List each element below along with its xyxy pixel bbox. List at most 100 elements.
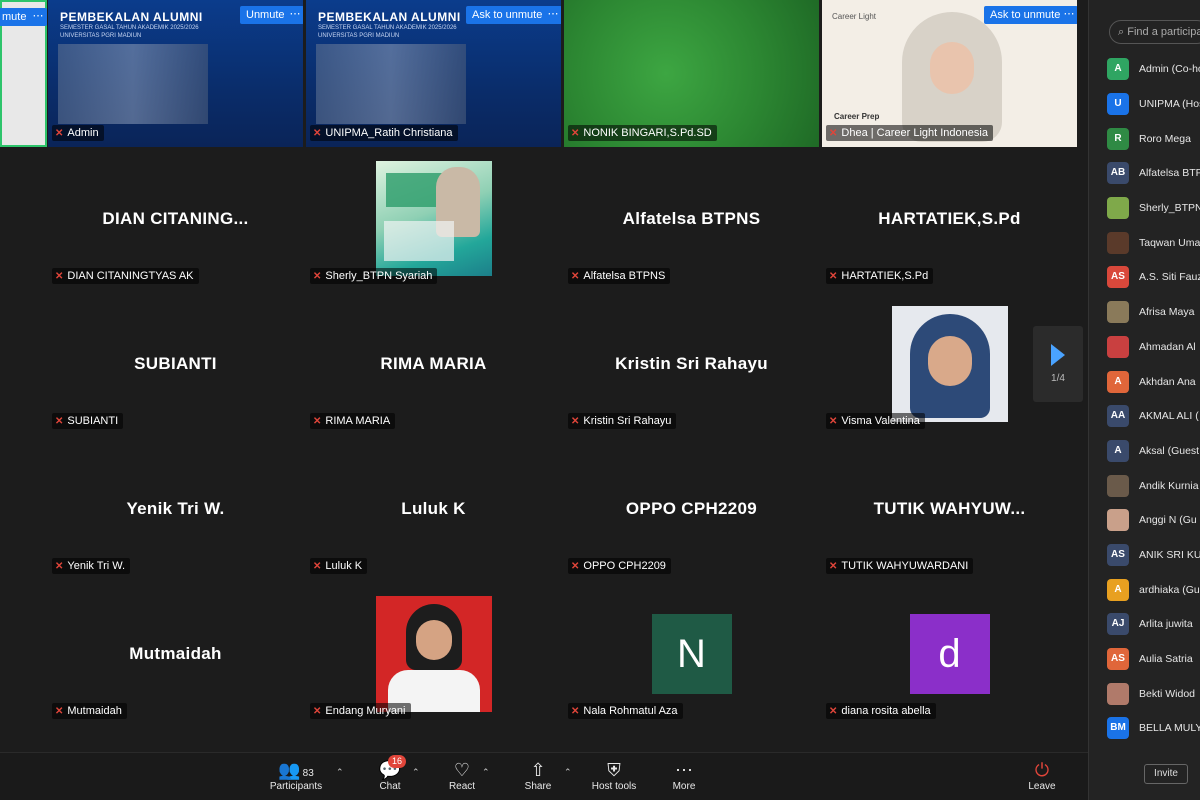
tile-participant[interactable]: Alfatelsa BTPNS ✕ Alfatelsa BTPNS <box>564 147 819 290</box>
tile-participant[interactable]: TUTIK WAHYUW... ✕ TUTIK WAHYUWARDANI <box>822 437 1077 580</box>
unmute-button[interactable]: Unmute <box>240 6 291 24</box>
participant-list-item[interactable]: Bekti Widod <box>1107 676 1200 711</box>
participant-list-item[interactable]: Ahmadan Al <box>1107 330 1200 365</box>
heart-icon: ♡ <box>453 760 471 780</box>
avatar <box>1107 682 1129 705</box>
participant-list-item[interactable]: AA AKMAL ALI ( <box>1107 399 1200 434</box>
tile-participant[interactable]: ✕ Sherly_BTPN Syariah <box>306 147 561 290</box>
tile-participant[interactable]: Yenik Tri W. ✕ Yenik Tri W. <box>48 437 303 580</box>
ask-to-unmute-button[interactable]: Ask to unmute <box>984 6 1067 24</box>
participant-name: Luluk K <box>325 560 363 572</box>
more-options-icon[interactable]: ⋯ <box>1060 6 1077 24</box>
tile-participant[interactable]: HARTATIEK,S.Pd ✕ HARTATIEK,S.Pd <box>822 147 1077 290</box>
participant-list-item[interactable]: AS ANIK SRI KU <box>1107 538 1200 573</box>
participant-label: ✕ RIMA MARIA <box>310 413 396 429</box>
participant-label: ✕ UNIPMA_Ratih Christiana <box>310 125 458 141</box>
tile-participant[interactable]: N ✕ Nala Rohmatul Aza <box>564 582 819 725</box>
share-button[interactable]: ⇧ Share <box>520 759 556 792</box>
participant-list-item[interactable]: Taqwan Uma <box>1107 225 1200 260</box>
search-icon: ⌕ <box>1118 26 1125 38</box>
participant-name: Yenik Tri W. <box>67 560 126 572</box>
more-options-icon[interactable]: ⋯ <box>544 6 561 24</box>
participant-list-item[interactable]: A Aksal (Guest <box>1107 434 1200 469</box>
tile-participant[interactable]: d ✕ diana rosita abella <box>822 582 1077 725</box>
participant-label: ✕ diana rosita abella <box>826 703 936 719</box>
participant-list-item[interactable]: Andik Kurnia <box>1107 468 1200 503</box>
chevron-up-icon[interactable]: ⌃ <box>564 767 572 778</box>
participant-name: Mutmaidah <box>67 705 122 717</box>
tile-participant[interactable]: SUBIANTI ✕ SUBIANTI <box>48 292 303 435</box>
search-input[interactable]: ⌕ Find a participant <box>1109 20 1200 44</box>
tile-ratih[interactable]: PEMBEKALAN ALUMNI SEMESTER GASAL TAHUN A… <box>306 0 561 147</box>
react-button[interactable]: ♡ React <box>444 759 480 792</box>
participant-name: Andik Kurnia <box>1139 479 1199 492</box>
tile-dhea[interactable]: Career Light Career Prep Ask to unmute ⋯… <box>822 0 1077 147</box>
tile-participant[interactable]: Mutmaidah ✕ Mutmaidah <box>48 582 303 725</box>
avatar: AS <box>1107 266 1129 289</box>
chat-button[interactable]: 💬 16 Chat <box>372 755 408 792</box>
tile-participant[interactable]: Kristin Sri Rahayu ✕ Kristin Sri Rahayu <box>564 292 819 435</box>
mic-off-icon: ✕ <box>571 415 580 427</box>
mute-button[interactable]: mute <box>0 8 33 26</box>
participant-list-item[interactable]: Aardhiaka (Gu <box>1107 572 1200 607</box>
participant-list-item[interactable]: AS Aulia Satria <box>1107 642 1200 677</box>
chevron-up-icon[interactable]: ⌃ <box>482 767 490 778</box>
chevron-up-icon[interactable]: ⌃ <box>336 767 344 778</box>
participant-label: ✕ Kristin Sri Rahayu <box>568 413 677 429</box>
participant-list-item[interactable]: AJ Arlita juwita <box>1107 607 1200 642</box>
participant-name: Admin (Co-host) <box>1139 63 1200 76</box>
participant-list-item[interactable]: R Roro Mega <box>1107 121 1200 156</box>
tile-participant[interactable]: Luluk K ✕ Luluk K <box>306 437 561 580</box>
more-options-icon[interactable]: ⋯ <box>29 8 47 26</box>
ask-to-unmute-button[interactable]: Ask to unmute <box>466 6 549 24</box>
host-tools-button[interactable]: ⛨ Host tools <box>588 759 640 792</box>
mic-off-icon: ✕ <box>829 415 838 427</box>
participant-list-item[interactable]: A Admin (Co-host) <box>1107 52 1200 87</box>
participant-name: Alfatelsa BTPNS <box>1139 167 1200 180</box>
participant-list-item[interactable]: Sherly_BTPN <box>1107 191 1200 226</box>
leave-button[interactable]: ⏻ Leave <box>1024 759 1060 792</box>
mic-off-icon: ✕ <box>55 127 64 139</box>
participant-list-item[interactable]: A Akhdan Ana <box>1107 364 1200 399</box>
avatar: A <box>1107 370 1129 393</box>
participant-name: Sherly_BTPN Syariah <box>325 270 433 282</box>
participant-list-item[interactable]: BM BELLA MULY <box>1107 711 1200 746</box>
host-tools-label: Host tools <box>591 781 637 792</box>
participant-label: ✕ Yenik Tri W. <box>52 558 131 574</box>
participants-panel: ⌕ Find a participant A Admin (Co-host) U UN… <box>1088 0 1200 800</box>
tile-participant[interactable]: RIMA MARIA ✕ RIMA MARIA <box>306 292 561 435</box>
avatar: BM <box>1107 717 1129 740</box>
participant-list-item[interactable]: Afrisa Maya <box>1107 295 1200 330</box>
participant-name: TUTIK WAHYUWARDANI <box>841 560 969 572</box>
avatar: AB <box>1107 162 1129 185</box>
tile-edge[interactable]: mute ⋯ <box>0 0 47 147</box>
chevron-up-icon[interactable]: ⌃ <box>412 767 420 778</box>
participants-button[interactable]: 👥 83 Participants <box>268 759 324 792</box>
display-name: SUBIANTI <box>134 353 217 373</box>
tile-participant[interactable]: OPPO CPH2209 ✕ OPPO CPH2209 <box>564 437 819 580</box>
more-button[interactable]: ⋯ More <box>666 759 702 792</box>
participant-list-item[interactable]: U UNIPMA (Host) <box>1107 87 1200 122</box>
participant-list-item[interactable]: AS A.S. Siti Fauz <box>1107 260 1200 295</box>
participant-name: ANIK SRI KU <box>1139 548 1200 561</box>
avatar: AS <box>1107 543 1129 566</box>
video-gallery: mute ⋯ PEMBEKALAN ALUMNI SEMESTER GASAL … <box>0 0 1088 752</box>
mic-off-icon: ✕ <box>55 270 64 282</box>
tile-participant[interactable]: DIAN CITANING... ✕ DIAN CITANINGTYAS AK <box>48 147 303 290</box>
tile-nonik[interactable]: ✕ NONIK BINGARI,S.Pd.SD <box>564 0 819 147</box>
avatar <box>1107 474 1129 497</box>
letter-avatar: N <box>651 613 732 694</box>
participants-icon: 👥 83 <box>278 760 314 780</box>
participant-label: ✕ Visma Valentina <box>826 413 925 429</box>
more-options-icon[interactable]: ⋯ <box>286 6 303 24</box>
tile-admin[interactable]: PEMBEKALAN ALUMNI SEMESTER GASAL TAHUN A… <box>48 0 303 147</box>
participant-list-item[interactable]: Anggi N (Gu <box>1107 503 1200 538</box>
participant-list: A Admin (Co-host) U UNIPMA (Host) R Roro Mega… <box>1107 52 1200 746</box>
invite-button[interactable]: Invite <box>1144 764 1188 784</box>
tile-participant[interactable]: ✕ Endang Muryani <box>306 582 561 725</box>
speaker-video <box>902 12 1002 142</box>
chat-label: Chat <box>379 781 401 792</box>
next-page-button[interactable]: 1/4 <box>1033 326 1083 402</box>
participant-name: BELLA MULY <box>1139 722 1200 735</box>
participant-list-item[interactable]: AB Alfatelsa BTPNS <box>1107 156 1200 191</box>
